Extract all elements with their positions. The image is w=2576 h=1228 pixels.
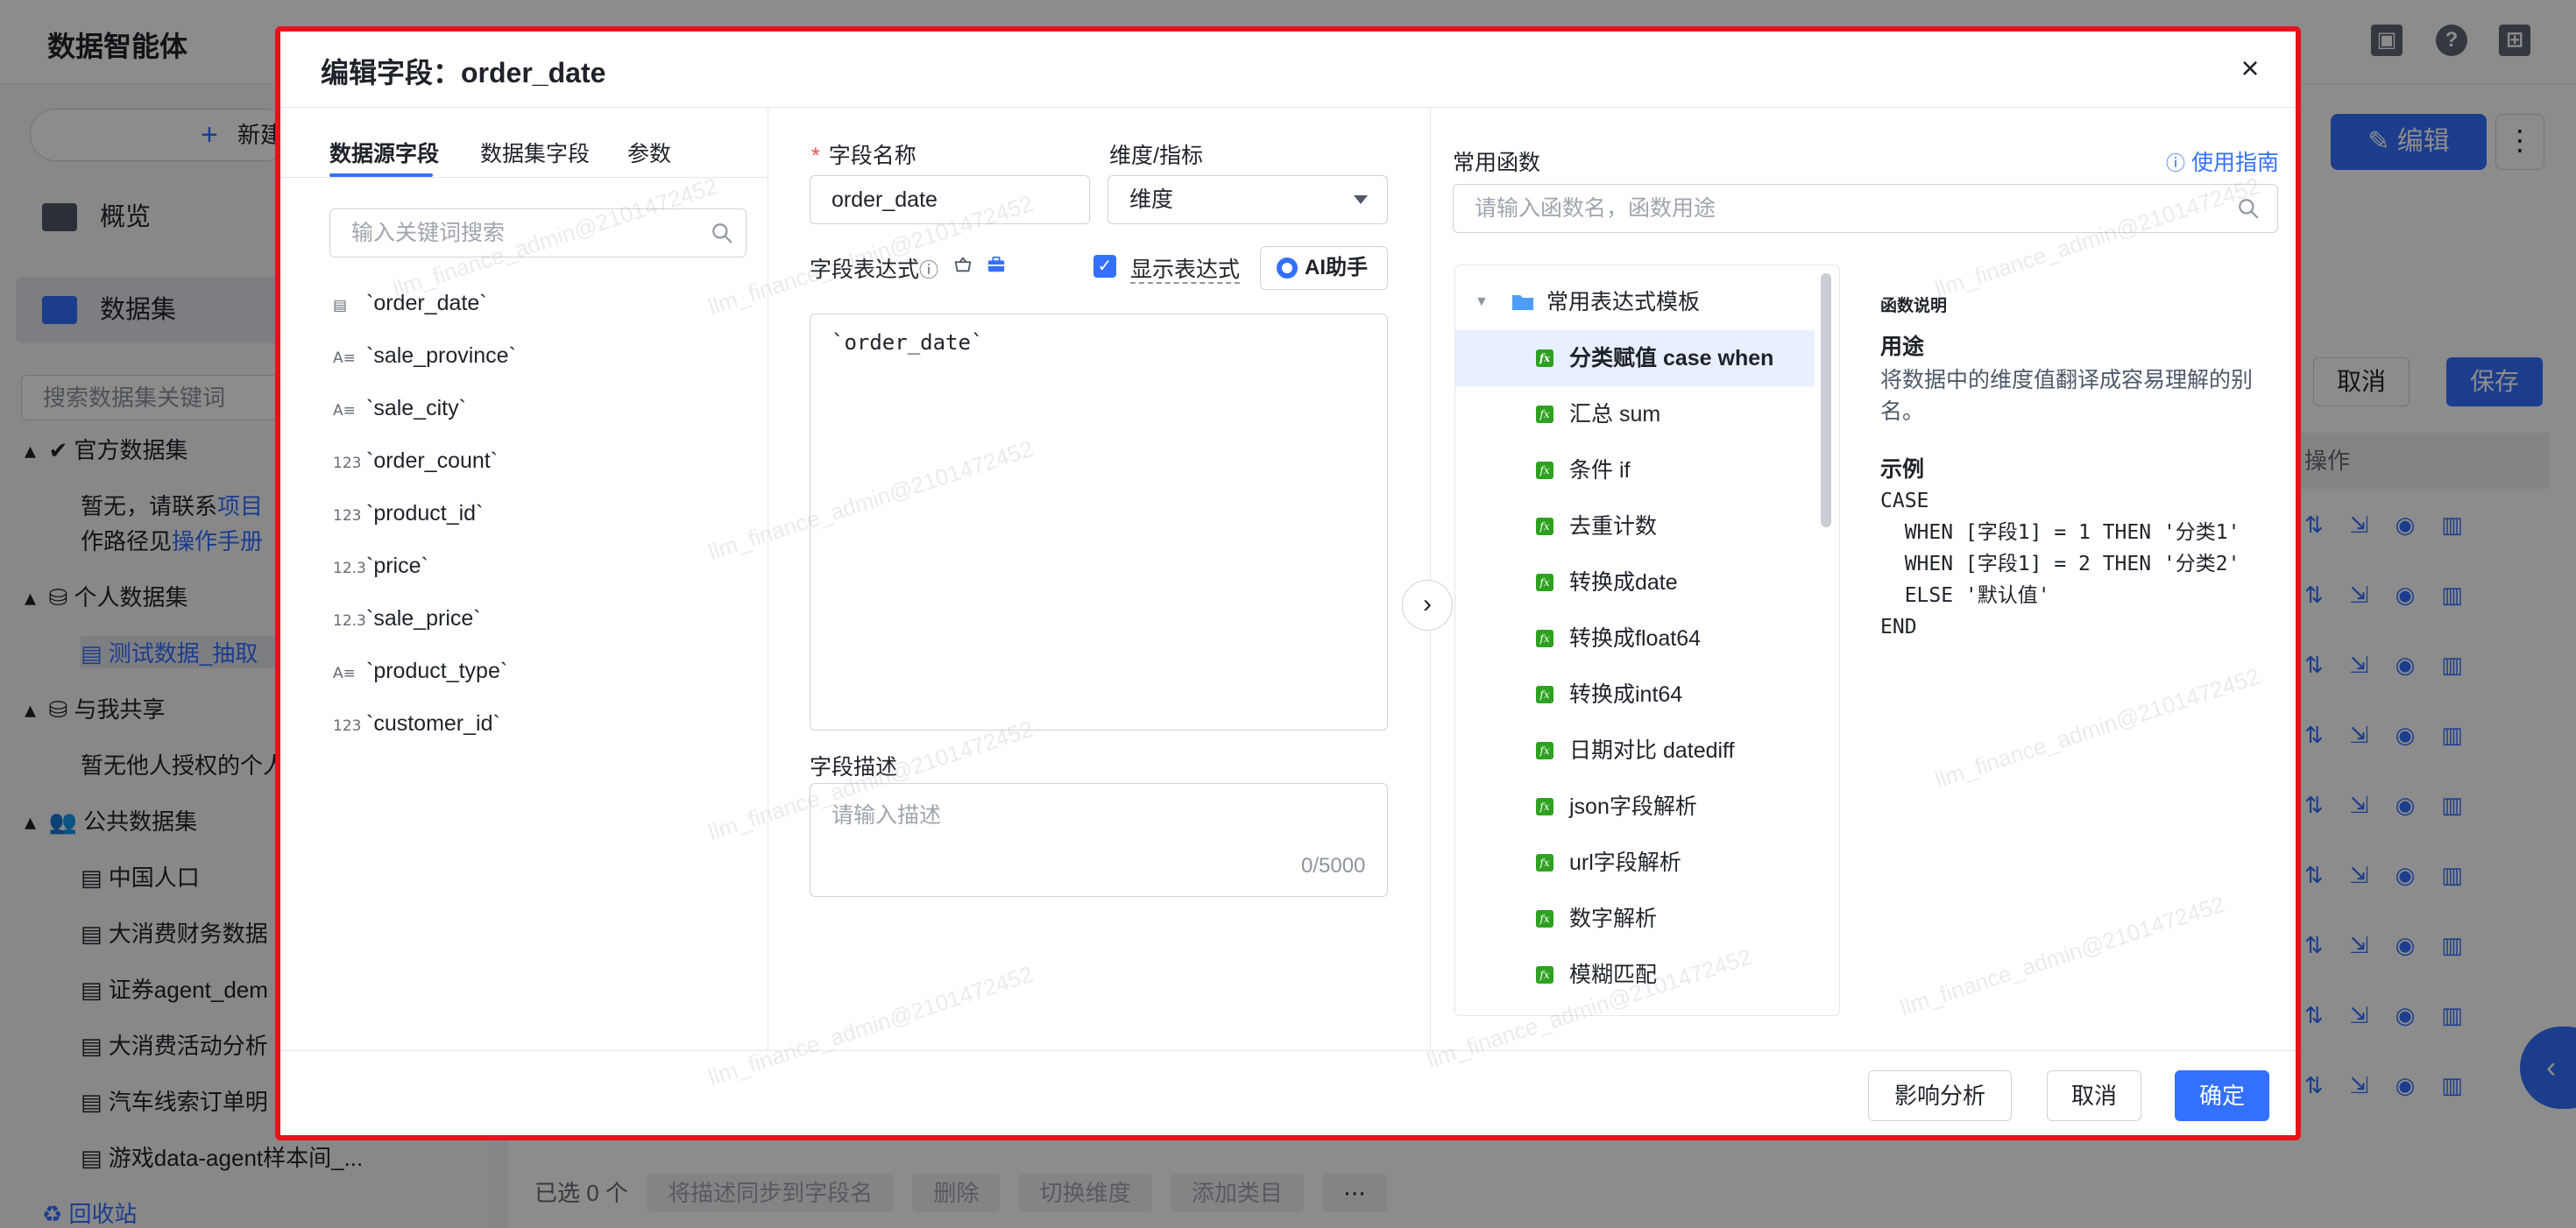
function-icon: fx — [1536, 406, 1553, 423]
func-item[interactable]: fx 转换成int64 — [1455, 667, 1815, 723]
function-icon: fx — [1536, 518, 1553, 535]
func-item[interactable]: fx 数字解析 — [1455, 891, 1815, 947]
int-type-icon: 123 — [333, 455, 362, 472]
date-type-icon: ▤ — [333, 297, 348, 314]
modal-title: 编辑字段：order_date — [321, 57, 606, 88]
tab-source-fields[interactable]: 数据源字段 — [329, 137, 439, 168]
ai-assistant-button[interactable]: AI助手 — [1260, 246, 1388, 290]
function-icon: fx — [1536, 630, 1553, 647]
func-item[interactable]: fx 去重计数 — [1455, 498, 1815, 554]
search-icon — [712, 223, 732, 243]
func-item[interactable]: fx 汇总 sum — [1455, 386, 1815, 442]
show-expr-label[interactable]: 显示表达式 — [1130, 252, 1241, 284]
usage-text: 将数据中的维度值翻译成容易理解的别 — [1880, 368, 2254, 392]
source-field-item[interactable]: A≡ `product_type` — [333, 653, 507, 688]
example-code: CASE WHEN [字段1] = 1 THEN '分类1' WHEN [字段1… — [1880, 490, 2240, 639]
string-type-icon: A≡ — [333, 349, 356, 367]
func-desc-title: 函数说明 — [1880, 297, 1948, 315]
common-funcs-label: 常用函数 — [1453, 151, 1541, 175]
function-list-scrollbar[interactable] — [1821, 273, 1831, 527]
function-icon: fx — [1536, 798, 1553, 815]
float-type-icon: 12.3 — [333, 612, 366, 630]
ai-logo-icon — [1277, 258, 1298, 279]
func-group-templates[interactable]: ▼ 常用表达式模板 — [1455, 274, 1815, 330]
dim-metric-select[interactable]: 维度 — [1108, 175, 1388, 224]
func-item[interactable]: fx 日期对比 datediff — [1455, 723, 1815, 779]
tab-params[interactable]: 参数 — [627, 137, 671, 168]
impact-analysis-button[interactable]: 影响分析 — [1868, 1070, 2012, 1121]
function-icon: fx — [1536, 910, 1553, 928]
func-item[interactable]: fx 转换成date — [1455, 554, 1815, 610]
func-item[interactable]: fx 转换成float64 — [1455, 610, 1815, 667]
divider — [280, 107, 2296, 108]
dim-metric-label: 维度/指标 — [1109, 144, 1203, 168]
func-item[interactable]: fx 分类赋值 case when — [1455, 330, 1815, 386]
chevron-down-icon — [1354, 195, 1368, 204]
cancel-button[interactable]: 取消 — [2047, 1070, 2141, 1121]
function-icon: fx — [1536, 574, 1553, 591]
function-icon: fx — [1536, 742, 1553, 759]
help-circle-icon: ⓘ — [2166, 152, 2186, 174]
help-circle-icon[interactable]: ⓘ — [919, 259, 938, 281]
tab-dataset-fields[interactable]: 数据集字段 — [480, 137, 590, 168]
source-field-item[interactable]: 12.3`price` — [333, 548, 428, 583]
function-icon: fx — [1536, 686, 1553, 703]
string-type-icon: A≡ — [333, 402, 356, 420]
caret-down-icon: ▼ — [1475, 294, 1489, 309]
collapse-panel-button[interactable]: › — [1402, 580, 1453, 631]
source-field-item[interactable]: 123 `order_count` — [333, 443, 498, 478]
function-icon: fx — [1536, 349, 1553, 367]
func-item[interactable]: fx url字段解析 — [1455, 835, 1815, 891]
source-field-item[interactable]: 12.3`sale_price` — [333, 601, 481, 636]
source-field-item[interactable]: 123 `customer_id` — [333, 706, 500, 741]
source-field-item[interactable]: 123 `product_id` — [333, 496, 483, 531]
usage-text: 名。 — [1880, 399, 1925, 424]
function-tree: ▼ 常用表达式模板 fx 分类赋值 case when fx 汇总 sum fx 条件… — [1454, 265, 1840, 1016]
field-name-label: * 字段名称 — [811, 144, 916, 168]
int-type-icon: 123 — [333, 507, 362, 525]
expression-editor[interactable]: `order_date` — [810, 314, 1388, 730]
close-icon[interactable]: × — [2233, 51, 2268, 86]
chevron-right-icon: › — [1423, 589, 1432, 618]
basket-icon[interactable] — [953, 255, 973, 274]
string-type-icon: A≡ — [333, 665, 356, 682]
divider — [280, 1050, 2296, 1051]
source-field-item[interactable]: A≡ `sale_province` — [333, 338, 516, 373]
folder-icon — [1512, 295, 1533, 310]
function-icon: fx — [1536, 854, 1553, 872]
watermark: llm_finance_admin@2101472452 — [1896, 890, 2228, 1021]
watermark: llm_finance_admin@2101472452 — [1931, 662, 2263, 794]
guide-link[interactable]: ⓘ 使用指南 — [2166, 145, 2279, 177]
func-item[interactable]: fx json字段解析 — [1455, 779, 1815, 835]
confirm-button[interactable]: 确定 — [2175, 1070, 2269, 1121]
briefcase-icon[interactable] — [987, 255, 1006, 274]
source-field-item[interactable]: A≡ `sale_city` — [333, 391, 466, 426]
description-textarea[interactable]: 请输入描述 0/5000 — [810, 783, 1388, 897]
divider — [1430, 108, 1431, 1050]
function-icon: fx — [1536, 966, 1553, 984]
show-expr-checkbox[interactable]: ✓ — [1093, 255, 1116, 278]
int-type-icon: 123 — [333, 717, 362, 735]
example-heading: 示例 — [1880, 457, 1925, 482]
function-icon: fx — [1536, 462, 1553, 479]
char-counter: 0/5000 — [1301, 854, 1366, 878]
float-type-icon: 12.3 — [333, 560, 366, 577]
usage-heading: 用途 — [1880, 335, 1925, 359]
edit-field-modal: 编辑字段：order_date × 数据源字段 数据集字段 参数 输入关键词搜索… — [275, 26, 2301, 1140]
watermark: llm_finance_admin@2101472452 — [704, 960, 1037, 1091]
func-item[interactable]: fx 条件 if — [1455, 442, 1815, 498]
